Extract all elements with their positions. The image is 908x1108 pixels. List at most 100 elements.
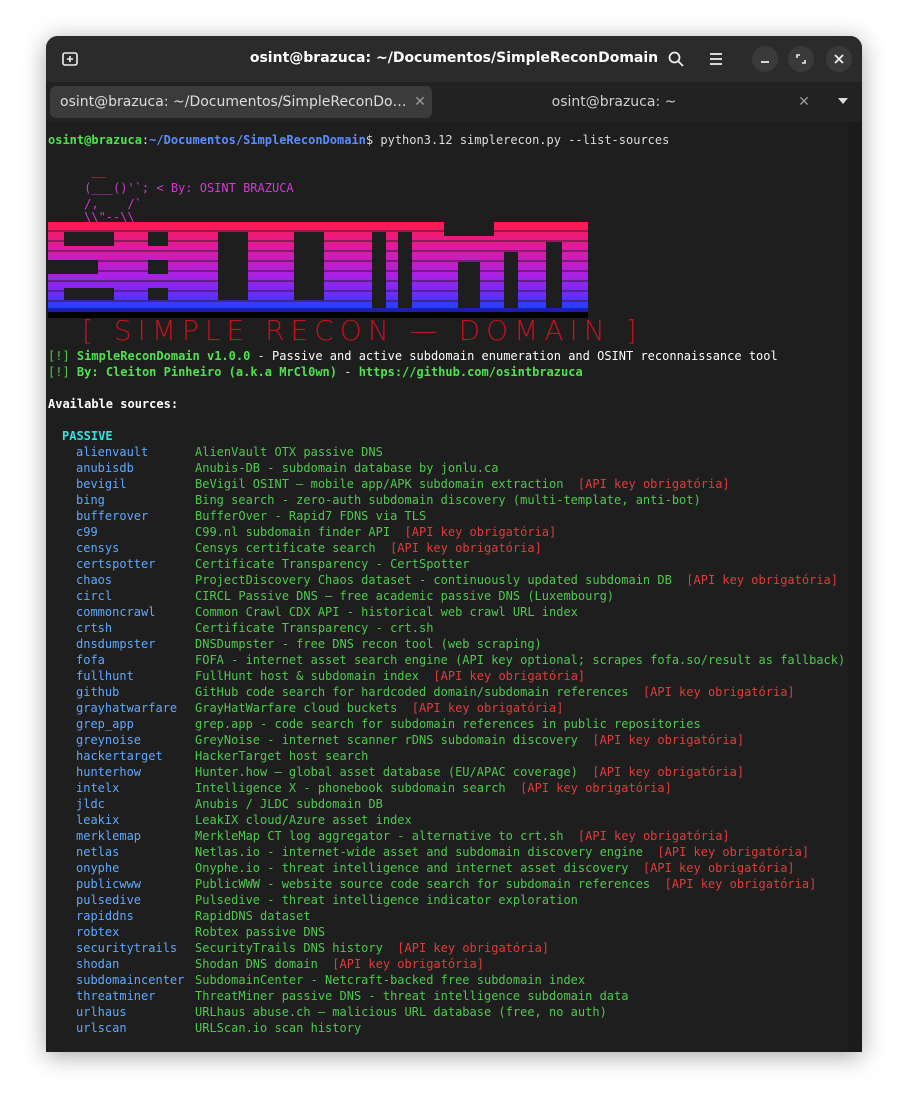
section-passive: PASSIVE — [48, 428, 848, 444]
source-row: chaos ProjectDiscovery Chaos dataset - co… — [48, 572, 848, 588]
source-name: onyphe — [76, 861, 120, 875]
source-name: circl — [76, 589, 113, 603]
source-name: fofa — [76, 653, 105, 667]
source-row: bevigil BeVigil OSINT — mobile app/APK su… — [48, 476, 848, 492]
tab-simplerecon[interactable]: osint@brazuca: ~/Documentos/SimpleReconD… — [50, 86, 432, 118]
source-row: pulsedive Pulsedive - threat intelligence… — [48, 892, 848, 908]
search-icon[interactable] — [662, 45, 690, 73]
tab-close-icon[interactable]: ✕ — [792, 94, 816, 110]
menu-icon[interactable] — [702, 45, 730, 73]
source-name: anubisdb — [76, 461, 134, 475]
tool-name: SimpleReconDomain v1.0.0 — [76, 349, 251, 363]
ascii-line: __ — [48, 164, 106, 178]
sources-list: alienvault AlienVault OTX passive DNS anub… — [48, 444, 848, 1036]
available-heading: Available sources: — [48, 397, 179, 411]
terminal-window: osint@brazuca: ~/Documentos/SimpleReconD… — [46, 36, 862, 1052]
source-row: anubisdb Anubis-DB - subdomain database b… — [48, 460, 848, 476]
source-name: leakix — [76, 813, 120, 827]
source-name: rapiddns — [76, 909, 134, 923]
source-description: Pulsedive - threat intelligence indicato… — [195, 893, 578, 907]
source-row: fofa FOFA - internet asset search engine … — [48, 652, 848, 668]
source-row: merklemap MerkleMap CT log aggregator - a… — [48, 828, 848, 844]
source-name: netlas — [76, 845, 120, 859]
api-key-required-badge: [API key obrigatória] — [642, 861, 795, 875]
source-row: onyphe Onyphe.io - threat intelligence an… — [48, 860, 848, 876]
source-name: bevigil — [76, 477, 127, 491]
source-name: bing — [76, 493, 105, 507]
ascii-line: (___()'`; < By: OSINT BRAZUCA — [48, 180, 848, 196]
source-row: grep_app grep.app - code search for subdo… — [48, 716, 848, 732]
api-key-required-badge: [API key obrigatória] — [577, 477, 730, 491]
source-name: hackertarget — [76, 749, 163, 763]
source-row: robtex Robtex passive DNS — [48, 924, 848, 940]
api-key-required-badge: [API key obrigatória] — [592, 733, 745, 747]
api-key-required-badge: [API key obrigatória] — [390, 541, 542, 555]
close-icon[interactable] — [826, 46, 852, 72]
prompt-path: ~/Documentos/SimpleReconDomain — [149, 133, 366, 147]
source-name: greynoise — [76, 733, 142, 747]
source-row: greynoise GreyNoise - internet scanner rD… — [48, 732, 848, 748]
source-row: bufferover BufferOver - Rapid7 FDNS via T… — [48, 508, 848, 524]
source-row: leakix LeakIX cloud/Azure asset index — [48, 812, 848, 828]
source-description: grep.app - code search for subdomain ref… — [195, 717, 701, 731]
terminal-output[interactable]: osint@brazuca:~/Documentos/SimpleReconDo… — [46, 122, 848, 1052]
source-description: GreyNoise - internet scanner rDNS subdom… — [195, 733, 578, 747]
source-description: Bing search - zero-auth subdomain discov… — [195, 493, 701, 507]
source-name: certspotter — [76, 557, 156, 571]
source-row: threatminer ThreatMiner passive DNS - thr… — [48, 988, 848, 1004]
source-row: subdomaincenter SubdomainCenter - Netcraf… — [48, 972, 848, 988]
source-row: netlas Netlas.io - internet-wide asset an… — [48, 844, 848, 860]
tab-close-icon[interactable]: ✕ — [408, 94, 432, 110]
source-description: FullHunt host & subdomain index — [195, 669, 419, 683]
source-description: C99.nl subdomain finder API — [195, 525, 391, 539]
api-key-required-badge: [API key obrigatória] — [520, 781, 672, 795]
source-name: securitytrails — [76, 941, 178, 955]
source-row: shodan Shodan DNS domain [API key obrigat… — [48, 956, 848, 972]
source-name: publicwww — [76, 877, 142, 891]
source-name: shodan — [76, 957, 120, 971]
tab-label: osint@brazuca: ~ — [551, 94, 677, 110]
source-description: ProjectDiscovery Chaos dataset - continu… — [195, 573, 672, 587]
source-description: RapidDNS dataset — [195, 909, 311, 923]
source-row: intelx Intelligence X - phonebook subdoma… — [48, 780, 848, 796]
source-description: BeVigil OSINT — mobile app/APK subdomain… — [195, 477, 564, 491]
source-row: securitytrails SecurityTrails DNS history… — [48, 940, 848, 956]
source-description: SecurityTrails DNS history — [195, 941, 383, 955]
source-row: urlscan URLScan.io scan history — [48, 1020, 848, 1036]
info-line-2: [!] By: Cleiton Pinheiro (a.k.a MrCl0wn)… — [48, 364, 848, 380]
maximize-icon[interactable] — [788, 46, 814, 72]
source-description: LeakIX cloud/Azure asset index — [195, 813, 412, 827]
source-description: Certificate Transparency - CertSpotter — [195, 557, 470, 571]
source-description: FOFA - internet asset search engine (API… — [195, 653, 846, 667]
api-key-required-badge: [API key obrigatória] — [592, 765, 745, 779]
source-description: URLhaus abuse.ch — malicious URL databas… — [195, 1005, 607, 1019]
github-link[interactable]: https://github.com/osintbrazuca — [359, 365, 583, 379]
tab-dropdown-icon[interactable] — [838, 94, 848, 108]
api-key-required-badge: [API key obrigatória] — [332, 957, 484, 971]
source-name: pulsedive — [76, 893, 142, 907]
source-description: GitHub code search for hardcoded domain/… — [195, 685, 629, 699]
source-row: commoncrawl Common Crawl CDX API - histor… — [48, 604, 848, 620]
source-description: Robtex passive DNS — [195, 925, 326, 939]
source-name: intelx — [76, 781, 120, 795]
window-title: osint@brazuca: ~/Documentos/SimpleReconD… — [249, 50, 659, 66]
info-dash: - — [250, 349, 272, 363]
tool-tagline: Passive and active subdomain enumeration… — [272, 349, 778, 363]
minimize-icon[interactable] — [752, 46, 778, 72]
source-name: jldc — [76, 797, 105, 811]
source-description: Intelligence X - phonebook subdomain sea… — [195, 781, 506, 795]
section-label: PASSIVE — [62, 429, 113, 443]
source-description: PublicWWW - website source code search f… — [195, 877, 651, 891]
source-name: censys — [76, 541, 120, 555]
source-row: urlhaus URLhaus abuse.ch — malicious URL … — [48, 1004, 848, 1020]
scrollbar[interactable] — [848, 122, 862, 1052]
source-row: github GitHub code search for hardcoded d… — [48, 684, 848, 700]
source-name: hunterhow — [76, 765, 142, 779]
source-name: crtsh — [76, 621, 113, 635]
source-description: URLScan.io scan history — [195, 1021, 362, 1035]
source-row: hunterhow Hunter.how — global asset datab… — [48, 764, 848, 780]
tab-home[interactable]: osint@brazuca: ~ ✕ — [436, 86, 816, 118]
source-description: AlienVault OTX passive DNS — [195, 445, 383, 459]
banner-subtitle: [ SIMPLE RECON — DOMAIN ] — [82, 314, 643, 347]
title-bar: osint@brazuca: ~/Documentos/SimpleReconD… — [46, 36, 862, 82]
